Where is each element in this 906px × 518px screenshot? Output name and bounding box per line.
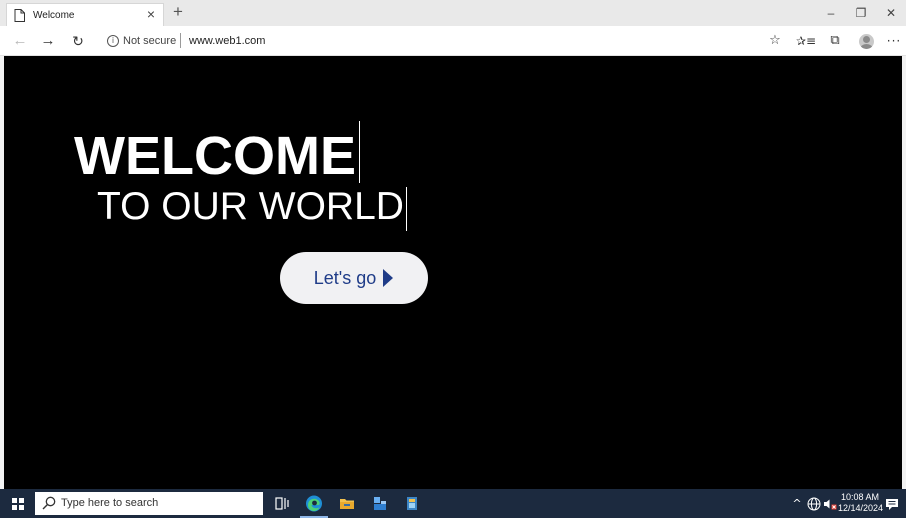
volume-muted-icon[interactable] [822, 496, 838, 512]
minimize-icon[interactable]: – [816, 0, 846, 26]
clock-time: 10:08 AM [840, 492, 880, 502]
restore-icon[interactable]: ❐ [846, 0, 876, 26]
hero-subtitle: TO OUR WORLD [97, 185, 408, 231]
lets-go-label: Let's go [313, 268, 377, 288]
address-bar: ← → ↻ i Not secure www.web1.com ☆ ✰≡ ⧉ ·… [0, 26, 906, 56]
window-controls: – ❐ ✕ [816, 0, 906, 26]
windows-icon [12, 498, 24, 510]
favorites-icon[interactable]: ✰≡ [796, 32, 816, 50]
edge-icon[interactable] [302, 492, 326, 515]
close-window-icon[interactable]: ✕ [876, 0, 906, 26]
task-view-icon[interactable] [270, 492, 294, 515]
taskbar-search[interactable]: Type here to search [35, 492, 263, 515]
url-input[interactable]: www.web1.com [189, 34, 265, 48]
play-arrow-icon [383, 269, 394, 287]
tab-bar: Welcome × + – ❐ ✕ [0, 0, 906, 26]
back-icon[interactable]: ← [10, 32, 30, 50]
show-hidden-icons[interactable]: ^ [790, 489, 804, 518]
tab-title: Welcome [33, 10, 75, 21]
avatar-icon [858, 34, 874, 49]
system-clock[interactable]: 10:08 AM 12/14/2024 [838, 492, 884, 514]
notification-icon[interactable] [884, 496, 900, 512]
taskbar: Type here to search ^ 10:08 AM 12/14/202… [0, 489, 906, 518]
clock-date: 12/14/2024 [838, 503, 884, 513]
new-tab-icon[interactable]: + [170, 3, 186, 21]
app-icon[interactable] [368, 492, 392, 515]
profile-avatar[interactable] [857, 32, 875, 50]
hero-title-text: WELCOME [74, 126, 356, 186]
app-icon[interactable] [400, 492, 424, 515]
hero-title: WELCOME [74, 121, 361, 189]
more-options-icon[interactable]: ··· [885, 32, 903, 50]
network-globe-icon[interactable] [806, 496, 822, 512]
forward-icon[interactable]: → [38, 32, 58, 50]
search-icon [42, 496, 56, 510]
screen: Welcome × + – ❐ ✕ ← → ↻ i Not secure www… [0, 0, 906, 518]
start-button[interactable] [4, 489, 32, 518]
security-label[interactable]: Not secure [123, 34, 176, 48]
collections-icon[interactable]: ⧉ [826, 32, 844, 50]
tab-welcome[interactable]: Welcome × [6, 3, 164, 26]
favorite-star-icon[interactable]: ☆ [766, 32, 784, 50]
info-icon[interactable]: i [107, 35, 119, 47]
tab-close-icon[interactable]: × [144, 6, 158, 22]
search-placeholder: Type here to search [61, 497, 159, 509]
hero-subtitle-text: TO OUR WORLD [97, 185, 404, 228]
lets-go-button[interactable]: Let's go [280, 252, 428, 304]
page-viewport: WELCOME TO OUR WORLD Let's go [0, 56, 906, 489]
refresh-icon[interactable]: ↻ [68, 32, 88, 50]
text-cursor [358, 121, 361, 183]
file-explorer-icon[interactable] [335, 492, 359, 515]
text-cursor [405, 187, 408, 231]
page-icon [14, 9, 25, 22]
url-divider [180, 33, 181, 48]
